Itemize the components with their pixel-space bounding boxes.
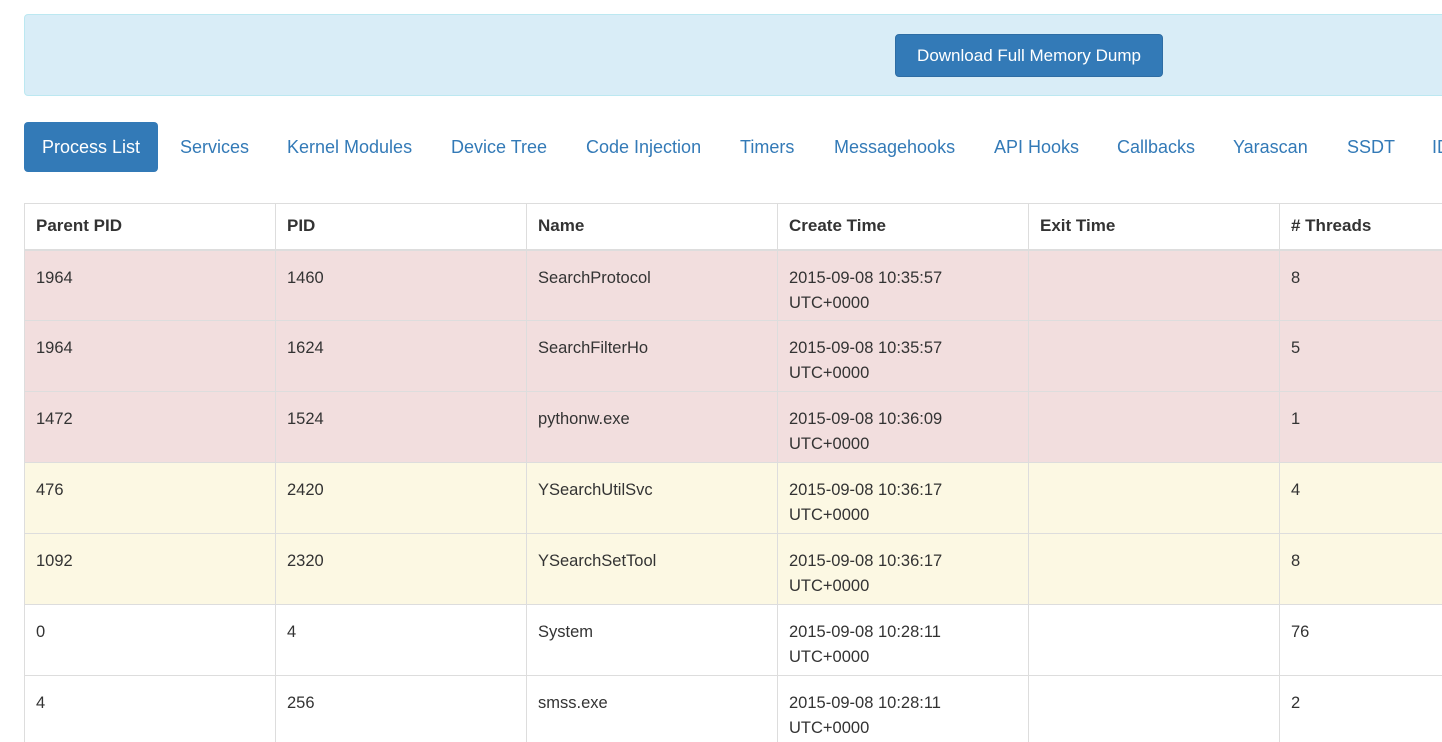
- process-table: Parent PID PID Name Create Time Exit Tim…: [24, 203, 1442, 742]
- column-header-parent-pid[interactable]: Parent PID: [24, 203, 276, 251]
- cell-threads: 2: [1279, 675, 1442, 742]
- create-time-tz: UTC+0000: [789, 435, 870, 453]
- cell-create-time: 2015-09-08 10:35:57 UTC+0000: [777, 320, 1029, 392]
- cell-name: YSearchSetTool: [526, 533, 778, 605]
- tab-callbacks[interactable]: Callbacks: [1117, 122, 1195, 172]
- process-table-container[interactable]: Parent PID PID Name Create Time Exit Tim…: [24, 203, 1442, 742]
- table-row[interactable]: 476 2420 YSearchUtilSvc 2015-09-08 10:36…: [24, 462, 1442, 534]
- cell-create-time: 2015-09-08 10:28:11 UTC+0000: [777, 675, 1029, 742]
- create-time-date: 2015-09-08 10:36:17: [789, 552, 943, 570]
- tab-timers[interactable]: Timers: [740, 122, 794, 172]
- table-header-row: Parent PID PID Name Create Time Exit Tim…: [24, 203, 1442, 251]
- create-time-date: 2015-09-08 10:36:09: [789, 410, 943, 428]
- cell-exit-time: [1028, 675, 1280, 742]
- tab-messagehooks[interactable]: Messagehooks: [834, 122, 955, 172]
- cell-parent-pid: 1472: [24, 391, 276, 463]
- create-time-tz: UTC+0000: [789, 719, 870, 737]
- cell-parent-pid: 0: [24, 604, 276, 676]
- table-row[interactable]: 4 256 smss.exe 2015-09-08 10:28:11 UTC+00…: [24, 675, 1442, 742]
- table-row[interactable]: 0 4 System 2015-09-08 10:28:11 UTC+0000 7…: [24, 604, 1442, 676]
- download-memory-dump-button[interactable]: Download Full Memory Dump: [895, 34, 1163, 77]
- table-row[interactable]: 1472 1524 pythonw.exe 2015-09-08 10:36:0…: [24, 391, 1442, 463]
- tab-services[interactable]: Services: [180, 122, 249, 172]
- cell-pid: 1624: [275, 320, 527, 392]
- cell-parent-pid: 1092: [24, 533, 276, 605]
- create-time-tz: UTC+0000: [789, 577, 870, 595]
- cell-name: SearchFilterHo: [526, 320, 778, 392]
- cell-create-time: 2015-09-08 10:36:17 UTC+0000: [777, 533, 1029, 605]
- cell-pid: 2320: [275, 533, 527, 605]
- column-header-pid[interactable]: PID: [275, 203, 527, 251]
- create-time-tz: UTC+0000: [789, 506, 870, 524]
- cell-exit-time: [1028, 391, 1280, 463]
- cell-pid: 2420: [275, 462, 527, 534]
- page: Download Full Memory Dump Process List S…: [0, 0, 1442, 742]
- cell-pid: 256: [275, 675, 527, 742]
- cell-create-time: 2015-09-08 10:28:11 UTC+0000: [777, 604, 1029, 676]
- create-time-tz: UTC+0000: [789, 648, 870, 666]
- cell-pid: 1460: [275, 249, 527, 321]
- info-alert-bar: [24, 14, 1442, 96]
- create-time-date: 2015-09-08 10:35:57: [789, 268, 943, 287]
- cell-name: SearchProtocol: [526, 249, 778, 321]
- cell-create-time: 2015-09-08 10:35:57 UTC+0000: [777, 249, 1029, 321]
- table-row[interactable]: 1964 1624 SearchFilterHo 2015-09-08 10:3…: [24, 320, 1442, 392]
- cell-threads: 8: [1279, 533, 1442, 605]
- cell-exit-time: [1028, 462, 1280, 534]
- cell-exit-time: [1028, 604, 1280, 676]
- column-header-threads[interactable]: # Threads: [1279, 203, 1442, 251]
- cell-parent-pid: 1964: [24, 320, 276, 392]
- tab-kernel-modules[interactable]: Kernel Modules: [287, 122, 412, 172]
- cell-create-time: 2015-09-08 10:36:17 UTC+0000: [777, 462, 1029, 534]
- create-time-tz: UTC+0000: [789, 293, 870, 312]
- cell-threads: 76: [1279, 604, 1442, 676]
- cell-parent-pid: 476: [24, 462, 276, 534]
- tab-device-tree[interactable]: Device Tree: [451, 122, 547, 172]
- cell-threads: 5: [1279, 320, 1442, 392]
- cell-pid: 1524: [275, 391, 527, 463]
- tab-id[interactable]: ID: [1432, 122, 1442, 172]
- cell-name: System: [526, 604, 778, 676]
- create-time-date: 2015-09-08 10:28:11: [789, 623, 941, 641]
- cell-create-time: 2015-09-08 10:36:09 UTC+0000: [777, 391, 1029, 463]
- tab-process-list[interactable]: Process List: [24, 122, 158, 172]
- cell-parent-pid: 4: [24, 675, 276, 742]
- cell-threads: 4: [1279, 462, 1442, 534]
- tab-api-hooks[interactable]: API Hooks: [994, 122, 1079, 172]
- cell-name: pythonw.exe: [526, 391, 778, 463]
- cell-parent-pid: 1964: [24, 249, 276, 321]
- create-time-date: 2015-09-08 10:28:11: [789, 694, 941, 712]
- create-time-date: 2015-09-08 10:35:57: [789, 339, 943, 357]
- table-row[interactable]: 1092 2320 YSearchSetTool 2015-09-08 10:3…: [24, 533, 1442, 605]
- tab-ssdt[interactable]: SSDT: [1347, 122, 1395, 172]
- tab-code-injection[interactable]: Code Injection: [586, 122, 701, 172]
- cell-name: smss.exe: [526, 675, 778, 742]
- cell-exit-time: [1028, 249, 1280, 321]
- column-header-name[interactable]: Name: [526, 203, 778, 251]
- column-header-create-time[interactable]: Create Time: [777, 203, 1029, 251]
- cell-threads: 1: [1279, 391, 1442, 463]
- cell-name: YSearchUtilSvc: [526, 462, 778, 534]
- create-time-tz: UTC+0000: [789, 364, 870, 382]
- column-header-exit-time[interactable]: Exit Time: [1028, 203, 1280, 251]
- table-row[interactable]: 1964 1460 SearchProtocol 2015-09-08 10:3…: [24, 249, 1442, 321]
- tab-yarascan[interactable]: Yarascan: [1233, 122, 1308, 172]
- cell-threads: 8: [1279, 249, 1442, 321]
- cell-exit-time: [1028, 320, 1280, 392]
- create-time-date: 2015-09-08 10:36:17: [789, 481, 943, 499]
- cell-pid: 4: [275, 604, 527, 676]
- cell-exit-time: [1028, 533, 1280, 605]
- nav-tabs: Process List Services Kernel Modules Dev…: [24, 122, 1442, 172]
